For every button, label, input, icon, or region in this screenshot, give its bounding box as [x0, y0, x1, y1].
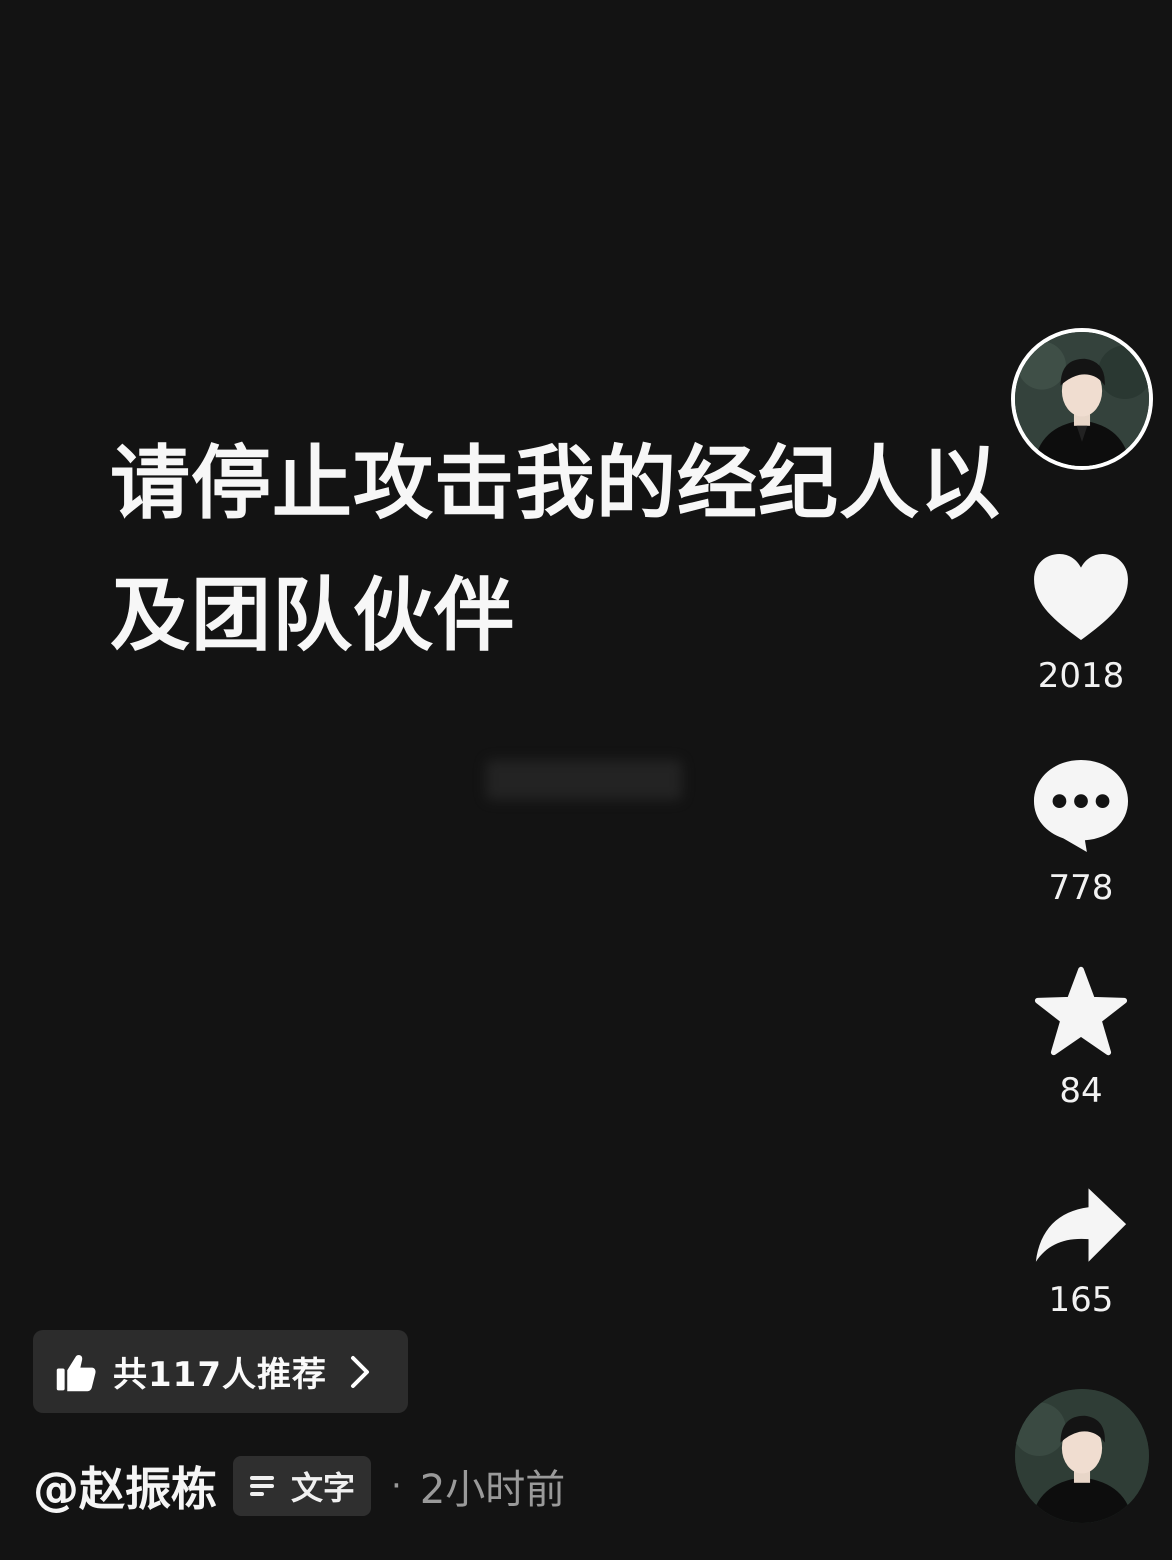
- video-feed-screen: 请停止攻击我的经纪人以及团队伙伴 2018 778 84 165 共117人推荐…: [0, 0, 1172, 1560]
- recommend-label: 共117人推荐: [113, 1355, 327, 1395]
- chevron-right-icon: [350, 1355, 369, 1388]
- post-type-badge[interactable]: 文字: [233, 1456, 372, 1516]
- music-disc[interactable]: [1015, 1389, 1149, 1523]
- post-type-label: 文字: [291, 1469, 356, 1507]
- star-icon: [1034, 966, 1128, 1056]
- meta-separator: ·: [391, 1466, 402, 1506]
- like-count: 2018: [1037, 656, 1125, 696]
- music-disc-avatar-icon: [1015, 1389, 1149, 1523]
- avatar-portrait-icon: [1015, 332, 1149, 466]
- favorite-count: 84: [1059, 1071, 1103, 1111]
- text-lines-icon: [250, 1476, 274, 1496]
- share-button[interactable]: 165: [1021, 1186, 1141, 1320]
- comment-bubble-icon: [1033, 759, 1129, 853]
- post-time: 2小时前: [419, 1467, 566, 1513]
- post-text: 请停止攻击我的经纪人以及团队伙伴: [110, 437, 1001, 662]
- author-name[interactable]: @赵振栋: [33, 1453, 217, 1519]
- comment-button[interactable]: 778: [1021, 758, 1141, 908]
- blurred-caption: [486, 760, 682, 800]
- favorite-button[interactable]: 84: [1021, 965, 1141, 1111]
- share-count: 165: [1048, 1280, 1114, 1320]
- heart-icon: [1034, 553, 1128, 641]
- recommend-pill[interactable]: 共117人推荐: [33, 1330, 408, 1413]
- share-arrow-icon: [1035, 1188, 1127, 1262]
- like-button[interactable]: 2018: [1021, 552, 1141, 696]
- creator-avatar[interactable]: [1011, 328, 1153, 470]
- post-meta-row: @赵振栋 文字 · 2小时前: [33, 1455, 565, 1517]
- comment-count: 778: [1048, 868, 1114, 908]
- thumbs-up-icon: [56, 1354, 96, 1391]
